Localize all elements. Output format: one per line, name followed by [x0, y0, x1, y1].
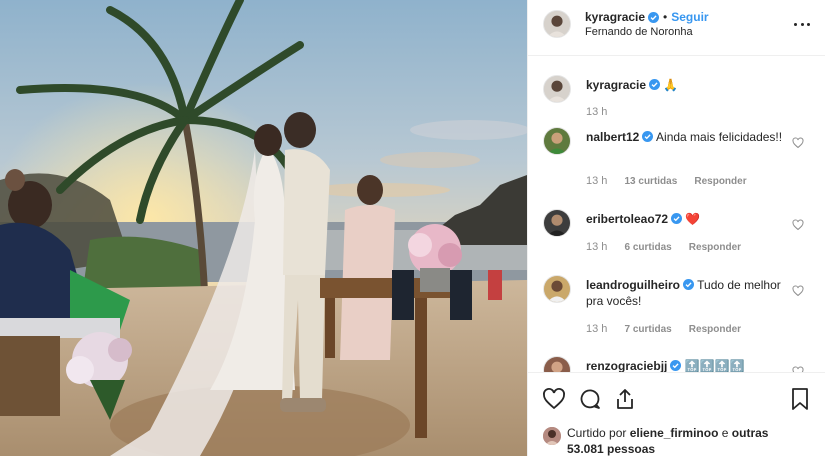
- avatar[interactable]: [543, 10, 571, 38]
- comment-meta: 13 h 7 curtidas Responder: [586, 323, 755, 335]
- comment-meta: 13 h: [586, 106, 621, 118]
- location-link[interactable]: Fernando de Noronha: [585, 26, 693, 38]
- comment-time[interactable]: 13 h: [586, 175, 607, 187]
- comment-text-block: renzograciebjj 🔝🔝🔝🔝: [586, 358, 786, 372]
- avatar[interactable]: [543, 127, 571, 155]
- verified-badge-icon: [671, 213, 683, 224]
- verified-badge-icon: [648, 11, 660, 23]
- avatar[interactable]: [543, 275, 571, 303]
- liked-by-prefix: Curtido por: [567, 426, 627, 440]
- heart-icon[interactable]: [542, 387, 566, 411]
- reply-button[interactable]: Responder: [694, 176, 746, 187]
- post-photo[interactable]: [0, 0, 527, 456]
- comment-text-block: kyragracie 🙏: [586, 77, 786, 93]
- comments-list[interactable]: kyragracie 🙏 13 h nalbert12 Ainda mais f…: [528, 56, 825, 372]
- post-header: kyragracie • Seguir Fernando de Noronha: [528, 0, 825, 56]
- comment-meta: 13 h 6 curtidas Responder: [586, 241, 755, 253]
- post-actions: Curtido por eliene_firminoo e outras 53.…: [528, 372, 825, 456]
- comment-body: 🔝🔝🔝🔝: [684, 359, 745, 372]
- post-side-panel: kyragracie • Seguir Fernando de Noronha …: [527, 0, 825, 456]
- wedding-photo: [0, 0, 527, 456]
- header-user-line: kyragracie • Seguir: [585, 10, 709, 24]
- bookmark-icon[interactable]: [788, 387, 812, 411]
- share-icon[interactable]: [613, 387, 637, 411]
- follow-button[interactable]: Seguir: [671, 10, 708, 24]
- separator-dot: •: [663, 10, 668, 24]
- liked-by-user[interactable]: eliene_firminoo: [630, 426, 719, 440]
- verified-badge-icon: [642, 131, 654, 142]
- comment-like-heart-icon[interactable]: [792, 137, 804, 149]
- comment-likes[interactable]: 6 curtidas: [624, 242, 671, 253]
- avatar[interactable]: [543, 75, 571, 103]
- liked-by-text: Curtido por eliene_firminoo e outras 53.…: [567, 425, 787, 456]
- comment-username[interactable]: nalbert12: [586, 130, 639, 144]
- avatar[interactable]: [543, 209, 571, 237]
- comment-body: Ainda mais felicidades!!: [656, 130, 783, 144]
- verified-badge-icon: [670, 360, 682, 371]
- comment-icon[interactable]: [578, 387, 602, 411]
- more-options-icon[interactable]: [794, 16, 810, 32]
- liked-by-conj: e: [721, 426, 729, 440]
- comment-like-heart-icon[interactable]: [792, 285, 804, 297]
- comment-body: ❤️: [685, 212, 701, 226]
- comment-username[interactable]: leandroguilheiro: [586, 278, 680, 292]
- comment-username[interactable]: kyragracie: [586, 78, 646, 92]
- verified-badge-icon: [649, 79, 661, 90]
- avatar[interactable]: [543, 356, 571, 372]
- comment-body: 🙏: [663, 78, 679, 92]
- comment-likes[interactable]: 7 curtidas: [624, 324, 671, 335]
- comment-time[interactable]: 13 h: [586, 106, 607, 118]
- username-link[interactable]: kyragracie: [585, 10, 645, 24]
- comment-meta: 13 h 13 curtidas Responder: [586, 175, 761, 187]
- reply-button[interactable]: Responder: [689, 324, 741, 335]
- comment-time[interactable]: 13 h: [586, 241, 607, 253]
- comment-likes[interactable]: 13 curtidas: [624, 176, 677, 187]
- reply-button[interactable]: Responder: [689, 242, 741, 253]
- comment-text-block: eribertoleao72 ❤️: [586, 211, 786, 227]
- liked-by: Curtido por eliene_firminoo e outras 53.…: [543, 425, 787, 456]
- verified-badge-icon: [683, 279, 695, 290]
- comment-username[interactable]: renzograciebjj: [586, 359, 667, 372]
- comment-username[interactable]: eribertoleao72: [586, 212, 668, 226]
- comment-like-heart-icon[interactable]: [792, 219, 804, 231]
- comment-time[interactable]: 13 h: [586, 323, 607, 335]
- comment-text-block: leandroguilheiro Tudo de melhor pra você…: [586, 277, 786, 309]
- comment-text-block: nalbert12 Ainda mais felicidades!!: [586, 129, 786, 145]
- avatar[interactable]: [543, 427, 561, 445]
